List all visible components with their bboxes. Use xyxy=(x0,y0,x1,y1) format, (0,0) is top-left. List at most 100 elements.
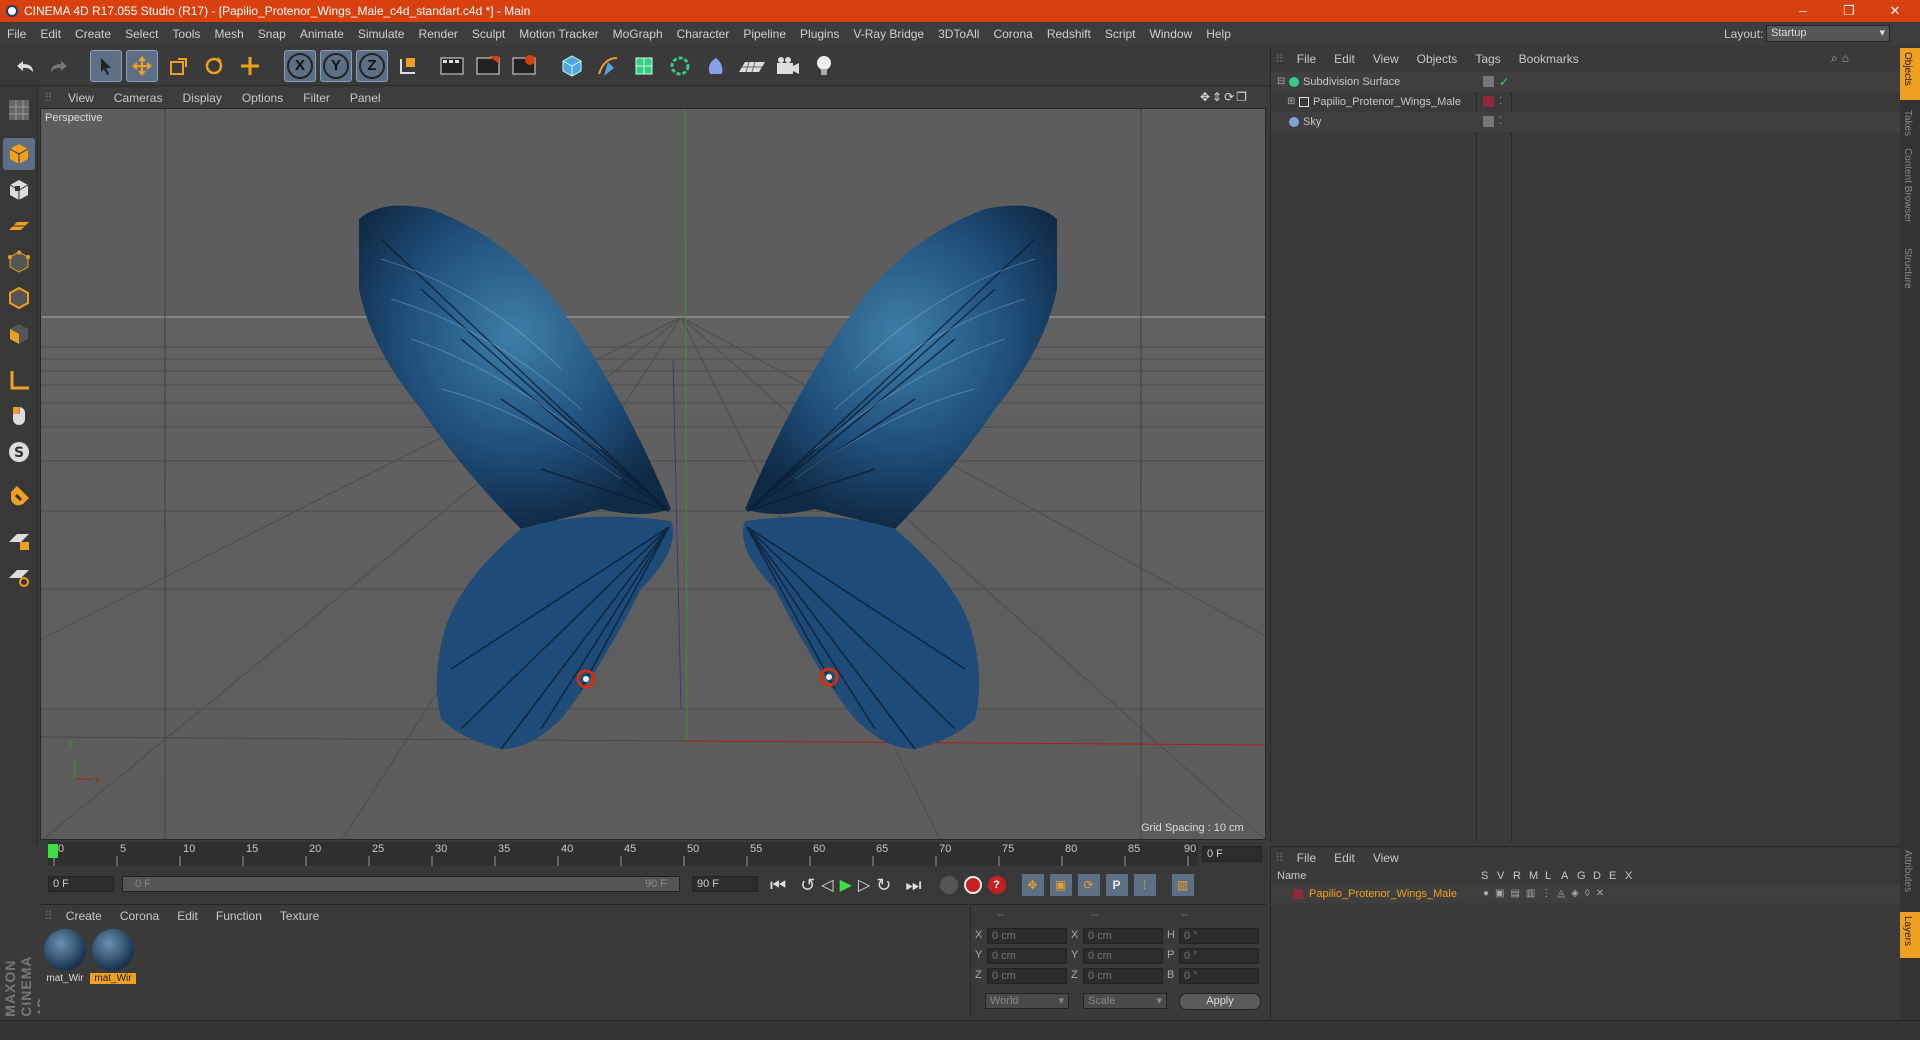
locked-workplane-icon[interactable] xyxy=(3,524,35,556)
rotate-tool-icon[interactable] xyxy=(198,50,230,82)
layer-row[interactable]: Papilio_Protenor_Wings_Male ●▣▤▥⋮◬◈◊✕ xyxy=(1271,885,1901,903)
keyframe-selection-icon[interactable]: ? xyxy=(987,876,1006,894)
maximize-button[interactable]: ❐ xyxy=(1826,0,1872,22)
tab-attributes[interactable]: Attributes xyxy=(1902,850,1913,892)
menu-redshift[interactable]: Redshift xyxy=(1040,27,1098,41)
rot-b-field[interactable]: 0 ° xyxy=(1179,968,1259,984)
start-frame-field[interactable]: 0 F xyxy=(48,876,114,892)
frame-ruler[interactable]: 0 5 10 15 20 25 30 35 40 45 50 55 60 65 … xyxy=(48,842,1198,866)
end-frame-field[interactable]: 90 F xyxy=(692,876,758,892)
timeline-window-icon[interactable]: ▥ xyxy=(1171,874,1194,896)
material-menu-corona[interactable]: Corona xyxy=(111,909,168,923)
viewport-menu-options[interactable]: Options xyxy=(232,91,293,105)
model-mode-icon[interactable] xyxy=(3,138,35,170)
polygons-mode-icon[interactable] xyxy=(3,318,35,350)
object-row-subdivision-surface[interactable]: ⊟ Subdivision Surface ✓ xyxy=(1271,72,1901,92)
object-menu-objects[interactable]: Objects xyxy=(1408,52,1467,66)
tab-structure[interactable]: Structure xyxy=(1902,248,1913,289)
size-y-field[interactable]: 0 cm xyxy=(1083,948,1163,964)
texture-mode-icon[interactable] xyxy=(3,174,35,206)
tweak-mode-icon[interactable] xyxy=(3,400,35,432)
floor-object-icon[interactable] xyxy=(736,50,768,82)
object-menu-edit[interactable]: Edit xyxy=(1325,52,1364,66)
material-swatch[interactable]: mat_Wir xyxy=(90,927,136,991)
key-move-icon[interactable]: ✥ xyxy=(1021,874,1044,896)
object-menu-file[interactable]: File xyxy=(1288,52,1325,66)
go-to-start-icon[interactable]: ⏮ xyxy=(770,875,786,896)
material-swatch[interactable]: mat_Wir xyxy=(42,927,88,991)
move-tool-icon[interactable] xyxy=(126,50,158,82)
layer-menu-edit[interactable]: Edit xyxy=(1325,851,1364,865)
play-icon[interactable]: ▶ xyxy=(840,875,852,895)
coord-system-select[interactable]: World ▾ xyxy=(985,993,1069,1009)
go-to-end-icon[interactable]: ⏭ xyxy=(905,875,921,896)
menu-select[interactable]: Select xyxy=(118,27,165,41)
menu-create[interactable]: Create xyxy=(68,27,118,41)
size-z-field[interactable]: 0 cm xyxy=(1083,968,1163,984)
object-manager-search-icon[interactable]: ⌕⌂ xyxy=(1831,51,1853,66)
menu-sculpt[interactable]: Sculpt xyxy=(465,27,512,41)
tab-takes[interactable]: Takes xyxy=(1902,110,1913,136)
object-menu-view[interactable]: View xyxy=(1364,52,1408,66)
edges-mode-icon[interactable] xyxy=(3,282,35,314)
perspective-viewport[interactable]: Perspective y x Grid Spacing : 10 cm xyxy=(40,108,1266,840)
object-row-sky[interactable]: Sky ⁚ xyxy=(1271,112,1901,132)
material-menu-function[interactable]: Function xyxy=(207,909,271,923)
menu-snap[interactable]: Snap xyxy=(251,27,293,41)
live-selection-icon[interactable] xyxy=(234,50,266,82)
layer-menu-file[interactable]: File xyxy=(1288,851,1325,865)
menu-animate[interactable]: Animate xyxy=(293,27,351,41)
menu-window[interactable]: Window xyxy=(1143,27,1200,41)
tab-content-browser[interactable]: Content Browser xyxy=(1902,148,1913,222)
x-axis-lock-button[interactable]: X xyxy=(284,50,316,82)
menu-pipeline[interactable]: Pipeline xyxy=(736,27,793,41)
axis-mode-icon[interactable] xyxy=(3,364,35,396)
enabled-check-icon[interactable]: ✓ xyxy=(1499,72,1509,92)
minimize-button[interactable]: – xyxy=(1780,0,1826,22)
material-menu-create[interactable]: Create xyxy=(57,909,111,923)
cube-object-icon[interactable] xyxy=(556,50,588,82)
render-picture-viewer-icon[interactable] xyxy=(472,50,504,82)
rot-h-field[interactable]: 0 ° xyxy=(1179,928,1259,944)
menu-script[interactable]: Script xyxy=(1098,27,1143,41)
workplane-mode-icon[interactable] xyxy=(3,210,35,242)
menu-mograph[interactable]: MoGraph xyxy=(606,27,670,41)
menu-plugins[interactable]: Plugins xyxy=(793,27,846,41)
menu-edit[interactable]: Edit xyxy=(33,27,68,41)
menu-render[interactable]: Render xyxy=(412,27,465,41)
y-axis-lock-button[interactable]: Y xyxy=(320,50,352,82)
select-tool-icon[interactable] xyxy=(90,50,122,82)
rot-p-field[interactable]: 0 ° xyxy=(1179,948,1259,964)
key-pla-icon[interactable]: ⁞ xyxy=(1133,874,1156,896)
make-editable-icon[interactable] xyxy=(3,94,35,126)
viewport-menu-cameras[interactable]: Cameras xyxy=(104,91,173,105)
light-icon[interactable] xyxy=(808,50,840,82)
size-x-field[interactable]: 0 cm xyxy=(1083,928,1163,944)
viewport-menu-panel[interactable]: Panel xyxy=(340,91,391,105)
render-view-icon[interactable] xyxy=(436,50,468,82)
layer-tag-icon[interactable] xyxy=(1483,76,1494,87)
prev-frame-icon[interactable]: ◁ xyxy=(821,875,833,895)
apply-button[interactable]: Apply xyxy=(1179,993,1261,1010)
material-menu-texture[interactable]: Texture xyxy=(271,909,328,923)
subdivision-surface-icon[interactable] xyxy=(628,50,660,82)
undo-button[interactable] xyxy=(8,50,40,82)
layer-color-icon[interactable] xyxy=(1483,96,1494,107)
pen-spline-icon[interactable] xyxy=(592,50,624,82)
key-rotate-icon[interactable]: ⟳ xyxy=(1077,874,1100,896)
camera-icon[interactable] xyxy=(772,50,804,82)
tab-objects[interactable]: Objects xyxy=(1902,52,1913,86)
planar-workplane-icon[interactable] xyxy=(3,560,35,592)
array-object-icon[interactable] xyxy=(664,50,696,82)
snap-toggle-icon[interactable]: S xyxy=(3,436,35,468)
scale-tool-icon[interactable] xyxy=(162,50,194,82)
object-row-wings[interactable]: ⊞ Papilio_Protenor_Wings_Male ⁚ xyxy=(1271,92,1901,112)
object-menu-tags[interactable]: Tags xyxy=(1466,52,1509,66)
next-key-icon[interactable]: ↻ xyxy=(876,875,891,896)
coordinate-system-icon[interactable] xyxy=(392,50,424,82)
keyframe-record-icon[interactable] xyxy=(939,876,958,894)
viewport-nav-icons[interactable]: ✥⇕⟳❐ xyxy=(1200,90,1249,104)
object-menu-bookmarks[interactable]: Bookmarks xyxy=(1510,52,1588,66)
visibility-dots-icon[interactable]: ⁚ xyxy=(1499,112,1502,132)
z-axis-lock-button[interactable]: Z xyxy=(356,50,388,82)
